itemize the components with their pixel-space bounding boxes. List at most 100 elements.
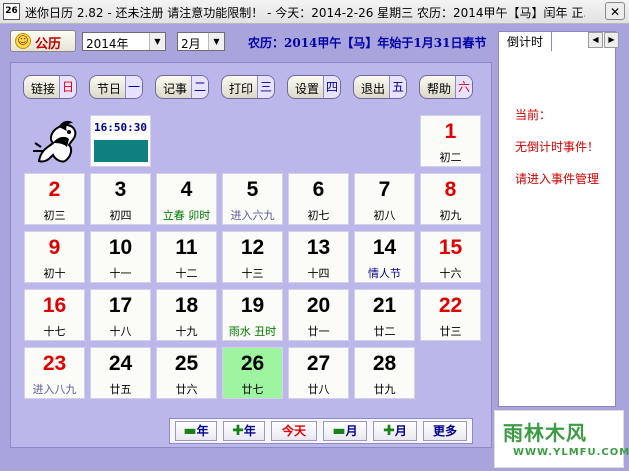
prev-year-label: 年 xyxy=(196,424,209,438)
plus-icon: ✚ xyxy=(383,423,395,439)
day-cell[interactable]: 19 雨水 丑时 xyxy=(222,289,283,341)
day-number: 8 xyxy=(444,178,457,201)
day-number: 13 xyxy=(306,236,331,259)
day-number: 18 xyxy=(174,294,199,317)
next-year-button[interactable]: ✚年 xyxy=(223,421,265,441)
lunar-day-label: 情人节 xyxy=(368,267,401,280)
func-button-label: 帮助 xyxy=(427,82,452,96)
day-cell[interactable]: 4 立春 卯时 xyxy=(156,173,217,225)
day-cell[interactable]: 23 进入八九 xyxy=(24,347,85,399)
day-number: 21 xyxy=(372,294,397,317)
chevron-right-icon[interactable]: ▶ xyxy=(604,32,619,48)
lunar-day-label: 廿八 xyxy=(307,383,330,396)
lunar-day-label: 十三 xyxy=(241,267,264,280)
chevron-down-icon[interactable]: ▼ xyxy=(208,33,224,50)
watermark-url: WWW.YLMFU.COM xyxy=(513,447,629,458)
func-button-4[interactable]: 设置四 xyxy=(287,75,341,99)
lunar-day-label: 进入六九 xyxy=(230,209,275,222)
lunar-day-label: 廿二 xyxy=(373,325,396,338)
weekday-label: 日 xyxy=(59,76,76,98)
day-number: 9 xyxy=(48,236,61,259)
month-select[interactable]: 2月 ▼ xyxy=(177,32,225,51)
day-cell[interactable]: 3 初四 xyxy=(90,173,151,225)
calendar-mode-label: 公历 xyxy=(35,37,62,52)
lunar-day-label: 十六 xyxy=(439,267,462,280)
countdown-hint[interactable]: 请进入事件管理 xyxy=(515,170,599,187)
watermark-title: 雨林木风 xyxy=(503,421,587,445)
day-cell[interactable]: 7 初八 xyxy=(354,173,415,225)
clock-bar xyxy=(94,140,148,162)
minus-icon: ▬ xyxy=(183,423,197,439)
weekday-label: 一 xyxy=(125,76,142,98)
day-cell[interactable]: 14 情人节 xyxy=(354,231,415,283)
lunar-day-label: 廿五 xyxy=(109,383,132,396)
prev-year-button[interactable]: ▬年 xyxy=(175,421,217,441)
day-number: 1 xyxy=(444,120,457,143)
plus-icon: ✚ xyxy=(232,423,244,439)
next-month-button[interactable]: ✚月 xyxy=(373,421,417,441)
day-cell[interactable]: 10 十一 xyxy=(90,231,151,283)
func-button-5[interactable]: 退出五 xyxy=(353,75,407,99)
day-cell[interactable]: 16 十七 xyxy=(24,289,85,341)
day-cell[interactable]: 6 初七 xyxy=(288,173,349,225)
tab-countdown[interactable]: 倒计时 xyxy=(498,31,552,51)
title-bar: 26 迷你日历 2.82 - 还未注册 请注意功能限制！ - 今天：2014-2… xyxy=(0,0,629,24)
day-cell[interactable]: 28 廿九 xyxy=(354,347,415,399)
chevron-left-icon[interactable]: ◀ xyxy=(588,32,603,48)
chevron-down-icon[interactable]: ▼ xyxy=(149,33,165,50)
lunar-day-label: 十一 xyxy=(109,267,132,280)
day-number: 22 xyxy=(438,294,463,317)
day-number: 17 xyxy=(108,294,133,317)
weekday-label: 六 xyxy=(455,76,472,98)
day-number: 24 xyxy=(108,352,133,375)
day-number: 5 xyxy=(246,178,259,201)
watermark: 雨林木风 WWW.YLMFU.COM xyxy=(494,410,629,468)
day-cell[interactable]: 1 初二 xyxy=(420,115,481,167)
day-cell[interactable]: 12 十三 xyxy=(222,231,283,283)
year-select[interactable]: 2014年 ▼ xyxy=(82,32,166,51)
day-cell[interactable]: 11 十二 xyxy=(156,231,217,283)
func-button-1[interactable]: 节日一 xyxy=(89,75,143,99)
countdown-panel: 当前： 无倒计时事件！ 请进入事件管理 xyxy=(498,31,616,407)
clock-widget: 16:50:30 xyxy=(90,115,151,167)
prev-month-button[interactable]: ▬月 xyxy=(323,421,367,441)
day-cell[interactable]: 24 廿五 xyxy=(90,347,151,399)
month-select-value: 2月 xyxy=(181,37,201,51)
day-cell[interactable]: 27 廿八 xyxy=(288,347,349,399)
day-cell[interactable]: 22 廿三 xyxy=(420,289,481,341)
calendar-mode-button[interactable]: ☺ 公历 xyxy=(10,30,76,52)
func-button-label: 设置 xyxy=(295,82,320,96)
close-button[interactable]: ✕ xyxy=(605,2,625,20)
more-button[interactable]: 更多 xyxy=(423,421,467,441)
func-button-0[interactable]: 链接日 xyxy=(23,75,77,99)
func-button-label: 记事 xyxy=(163,82,188,96)
day-cell[interactable]: 25 廿六 xyxy=(156,347,217,399)
day-cell[interactable]: 8 初九 xyxy=(420,173,481,225)
day-cell[interactable]: 20 廿一 xyxy=(288,289,349,341)
app-calendar-icon[interactable]: 26 xyxy=(3,3,20,20)
func-button-2[interactable]: 记事二 xyxy=(155,75,209,99)
day-cell[interactable]: 13 十四 xyxy=(288,231,349,283)
day-cell[interactable]: 18 十九 xyxy=(156,289,217,341)
tab-scroll: ◀ ▶ xyxy=(588,32,620,49)
day-cell[interactable]: 2 初三 xyxy=(24,173,85,225)
lunar-day-label: 初九 xyxy=(439,209,462,222)
calendar-panel: 链接日节日一记事二打印三设置四退出五帮助六 16:50:30 1 初二 2 初三 3 初四… xyxy=(10,62,492,448)
today-button[interactable]: 今天 xyxy=(271,421,317,441)
prev-month-label: 月 xyxy=(345,424,358,438)
func-button-3[interactable]: 打印三 xyxy=(221,75,275,99)
day-cell[interactable]: 26 廿七 xyxy=(222,347,283,399)
day-number: 11 xyxy=(175,236,198,259)
day-cell[interactable]: 15 十六 xyxy=(420,231,481,283)
lunar-day-label: 廿七 xyxy=(241,383,264,396)
func-button-6[interactable]: 帮助六 xyxy=(419,75,473,99)
lunar-day-label: 初四 xyxy=(109,209,132,222)
day-cell[interactable]: 9 初十 xyxy=(24,231,85,283)
lunar-day-label: 廿三 xyxy=(439,325,462,338)
day-cell[interactable]: 17 十八 xyxy=(90,289,151,341)
day-cell[interactable]: 5 进入六九 xyxy=(222,173,283,225)
day-number: 23 xyxy=(42,352,67,375)
navigation-bar: ▬年 ✚年 今天 ▬月 ✚月 更多 xyxy=(169,418,473,444)
lunar-day-label: 初二 xyxy=(439,151,462,164)
day-cell[interactable]: 21 廿二 xyxy=(354,289,415,341)
